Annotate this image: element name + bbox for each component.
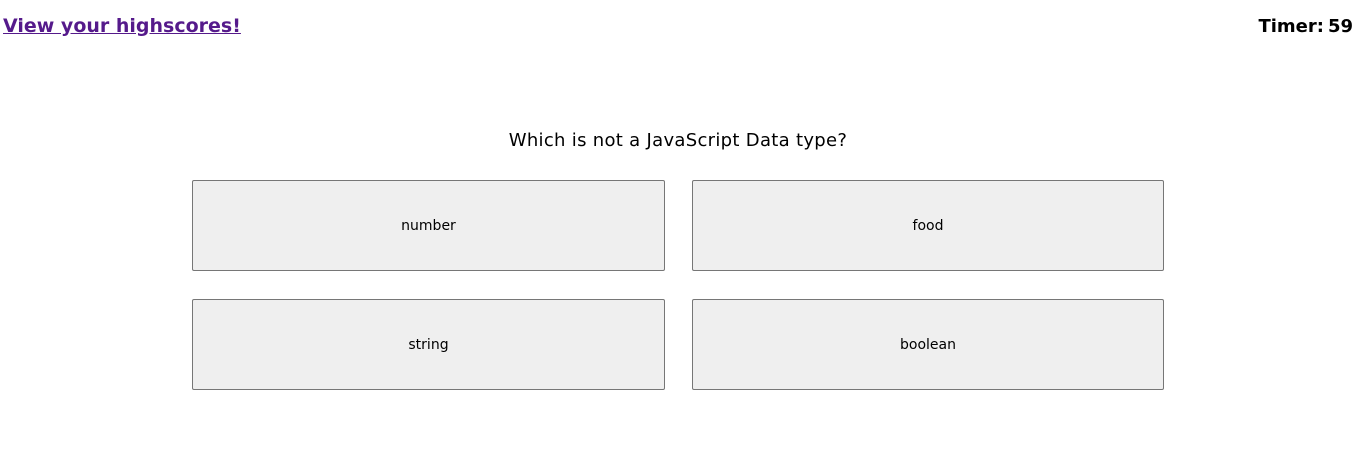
timer-value: 59 [1327,16,1353,37]
timer: Timer: 59 [1258,16,1353,37]
answer-button-number[interactable]: number [192,180,665,271]
answer-button-boolean[interactable]: boolean [692,299,1164,390]
quiz-page: View your highscores! Timer: 59 Which is … [0,0,1361,471]
view-highscores-link[interactable]: View your highscores! [3,15,241,37]
answer-grid: number food string boolean [192,180,1164,390]
timer-label: Timer: [1258,16,1324,37]
answer-button-string[interactable]: string [192,299,665,390]
question-text: Which is not a JavaScript Data type? [508,130,848,151]
answer-button-food[interactable]: food [692,180,1164,271]
